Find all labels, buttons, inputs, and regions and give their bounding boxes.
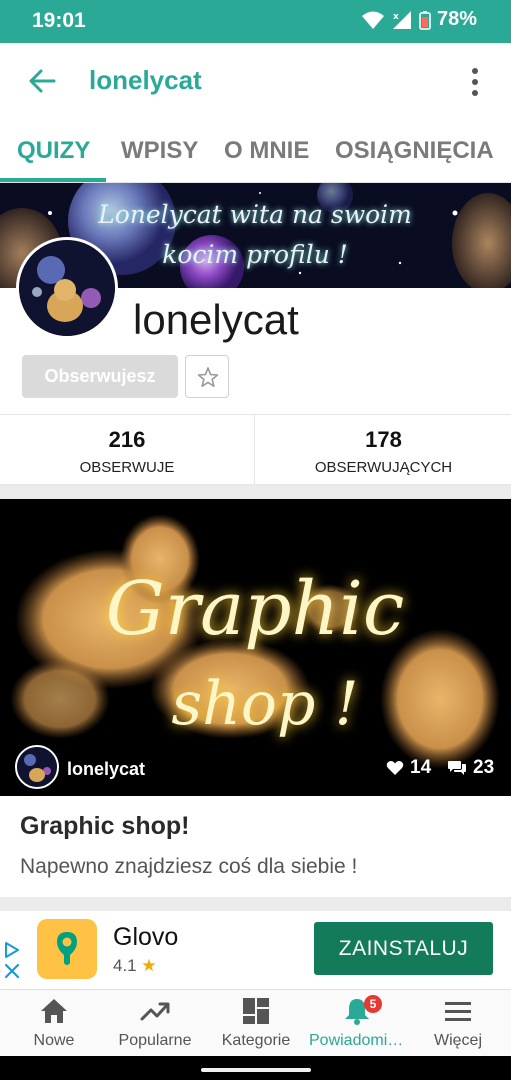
nav-item-wiecej[interactable]: Więcej (407, 990, 509, 1057)
rating-star-icon: ★ (141, 956, 157, 975)
categories-icon (243, 998, 269, 1024)
followers-count: 178 (365, 427, 402, 452)
wifi-icon (361, 11, 384, 29)
stat-following[interactable]: 216 OBSERWUJE (0, 415, 255, 486)
home-icon (41, 999, 67, 1023)
menu-icon (445, 1002, 471, 1021)
banner-greeting: Lonelycat wita na swoim kocim profilu ! (70, 195, 440, 275)
favorite-button[interactable] (185, 355, 229, 398)
ad-rating: 4.1 ★ (113, 956, 157, 976)
nav-label-powiadomienia: Powiadomienia (309, 1032, 408, 1049)
post-comments[interactable]: 23 (447, 757, 494, 779)
trending-icon (140, 1002, 170, 1021)
status-icons: x 78% (361, 8, 477, 31)
app-bar: lonelycat (0, 43, 511, 119)
nav-label-nowe: Nowe (33, 1032, 75, 1049)
profile-tabs: QUIZY WPISY O MNIE OSIĄGNIĘCIA (0, 119, 511, 183)
ad-app-name[interactable]: Glovo (113, 923, 178, 952)
profile-username: lonelycat (133, 296, 299, 343)
followers-label: OBSERWUJĄCYCH (314, 459, 453, 476)
nav-item-kategorie[interactable]: Kategorie (205, 990, 307, 1057)
following-label: OBSERWUJE (79, 459, 175, 476)
location-pin-icon (57, 932, 77, 965)
active-tab-indicator (0, 178, 106, 182)
nav-label-popularne: Popularne (118, 1032, 192, 1049)
nav-item-powiadomienia[interactable]: 5 Powiadomienia (306, 990, 408, 1057)
comments-icon (448, 761, 466, 775)
star-icon (197, 367, 219, 387)
bottom-navigation: Nowe Popularne Kategorie 5 Powiadomienia (0, 989, 511, 1056)
avatar-image (19, 240, 115, 336)
post-image-line-2: shop ! (171, 669, 358, 739)
ad-rating-value: 4.1 (113, 956, 137, 975)
nav-item-popularne[interactable]: Popularne (104, 990, 206, 1057)
nav-label-wiecej: Więcej (433, 1032, 482, 1049)
post-title[interactable]: Graphic shop! (20, 812, 189, 841)
more-options-icon[interactable] (469, 67, 481, 97)
back-arrow-icon[interactable] (26, 65, 58, 97)
page-title: lonelycat (89, 65, 202, 95)
section-divider (0, 897, 511, 911)
battery-level: 78% (436, 8, 477, 30)
ad-choices-icon[interactable] (3, 941, 21, 981)
signal-icon: x (392, 10, 411, 29)
post-likes[interactable]: 14 (386, 757, 431, 779)
tab-wpisy[interactable]: WPISY (121, 137, 198, 165)
following-count: 216 (108, 427, 146, 452)
notification-badge: 5 (364, 995, 382, 1013)
likes-count: 14 (410, 757, 432, 778)
tab-quizy[interactable]: QUIZY (17, 137, 90, 165)
following-button[interactable]: Obserwujesz (22, 355, 178, 398)
avatar[interactable] (16, 237, 118, 339)
stat-followers[interactable]: 178 OBSERWUJĄCYCH (256, 415, 511, 486)
banner-line-2: kocim profilu ! (162, 240, 348, 269)
post-description: Napewno znajdziesz coś dla siebie ! (20, 855, 358, 878)
tab-osiagniecia[interactable]: OSIĄGNIĘCIA (335, 137, 494, 165)
post-author-name[interactable]: lonelycat (67, 759, 145, 780)
system-navigation-bar (0, 1056, 511, 1080)
nav-item-nowe[interactable]: Nowe (3, 990, 105, 1057)
post-author-avatar-image (17, 747, 57, 787)
tab-o-mnie[interactable]: O MNIE (224, 137, 309, 165)
battery-icon (419, 10, 431, 30)
post-artwork: Graphic shop ! (10, 514, 500, 769)
comments-count: 23 (473, 757, 495, 778)
svg-text:x: x (393, 12, 399, 22)
nav-label-kategorie: Kategorie (221, 1032, 291, 1049)
ad-banner: Glovo 4.1 ★ ZAINSTALUJ (0, 911, 511, 989)
post-image-line-1: Graphic (106, 566, 405, 652)
home-gesture-handle[interactable] (201, 1068, 311, 1072)
banner-line-1: Lonelycat wita na swoim (98, 200, 412, 229)
profile-stats: 216 OBSERWUJE 178 OBSERWUJĄCYCH (0, 414, 511, 486)
status-time: 19:01 (32, 9, 86, 32)
heart-icon (386, 761, 404, 775)
post-author-avatar[interactable] (15, 745, 59, 789)
status-bar: 19:01 x 78% (0, 0, 511, 43)
glovo-app-icon[interactable] (37, 919, 97, 979)
install-button[interactable]: ZAINSTALUJ (314, 922, 493, 975)
section-divider (0, 485, 511, 499)
post-image[interactable]: Graphic shop ! (0, 499, 511, 796)
